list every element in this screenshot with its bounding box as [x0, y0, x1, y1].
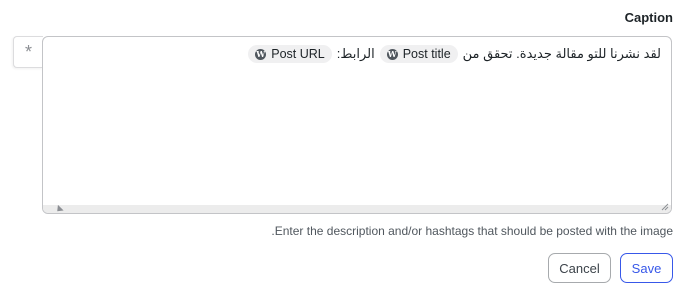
caption-textarea[interactable]: لقد نشرنا للتو مقالة جديدة. تحقق من W Po…	[42, 36, 672, 214]
cancel-button[interactable]: Cancel	[548, 253, 611, 283]
wordpress-icon: W	[386, 48, 398, 60]
resize-handle-icon[interactable]	[661, 203, 669, 211]
insert-tag-button[interactable]: *	[13, 36, 43, 68]
asterisk-icon: *	[24, 41, 32, 62]
caption-content[interactable]: لقد نشرنا للتو مقالة جديدة. تحقق من W Po…	[248, 45, 661, 63]
horizontal-scrollbar[interactable]	[43, 204, 671, 213]
post-url-token[interactable]: W Post URL	[248, 45, 332, 63]
save-button[interactable]: Save	[620, 253, 673, 283]
caption-label: Caption	[624, 10, 673, 25]
caption-help-text: Enter the description and/or hashtags th…	[271, 224, 673, 238]
post-title-token[interactable]: W Post title	[379, 45, 458, 63]
post-url-token-label: Post URL	[271, 47, 325, 61]
wordpress-icon: W	[255, 48, 267, 60]
caption-text-before: لقد نشرنا للتو مقالة جديدة. تحقق من	[462, 46, 661, 61]
caption-text-middle: الرابط:	[336, 46, 375, 61]
post-title-token-label: Post title	[402, 47, 451, 61]
scroll-left-icon[interactable]	[54, 204, 64, 213]
